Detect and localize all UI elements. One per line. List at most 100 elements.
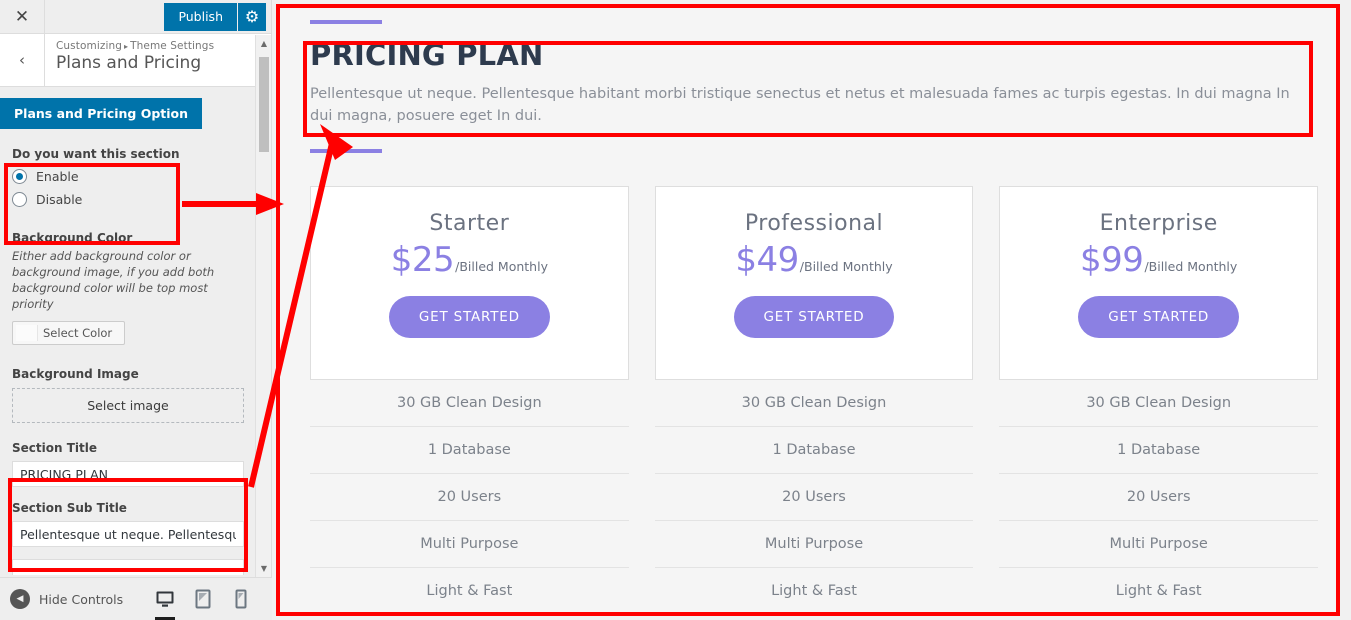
back-icon[interactable]: ‹ [0, 34, 45, 86]
plan-feature: Multi Purpose [999, 521, 1319, 568]
radio-disable-label: Disable [36, 192, 83, 207]
customizer-footer: ◀ Hide Controls [0, 577, 272, 620]
customizer-title-bar: ‹ Customizing ▸ Theme Settings Plans and P… [0, 34, 271, 87]
publish-button[interactable]: Publish [164, 2, 237, 31]
desktop-icon[interactable] [146, 578, 184, 620]
mobile-icon[interactable] [222, 578, 260, 620]
radio-enable-label: Enable [36, 169, 79, 184]
hide-controls-button[interactable]: ◀ Hide Controls [0, 589, 123, 609]
scroll-up-arrow-icon[interactable]: ▲ [256, 35, 272, 52]
device-preview-switcher [146, 578, 272, 620]
select-image-button[interactable]: Select image [12, 388, 244, 423]
preview-title-block: PRICING PLAN Pellentesque ut neque. Pell… [310, 24, 1318, 137]
color-swatch-icon [16, 325, 38, 341]
sidebar-scrollbar[interactable]: ▲ ▼ [255, 35, 271, 577]
page-title: Plans and Pricing [56, 53, 202, 73]
site-preview[interactable]: PRICING PLAN Pellentesque ut neque. Pell… [276, 4, 1340, 616]
header-spacer [45, 0, 164, 33]
customizer-header: ✕ Publish ⚙ [0, 0, 271, 34]
tablet-icon[interactable] [184, 578, 222, 620]
preview-section-title: PRICING PLAN [310, 38, 544, 72]
section-sub-title-input[interactable] [12, 521, 244, 547]
plan-feature: 1 Database [310, 427, 629, 474]
customizer-sidebar: ✕ Publish ⚙ ‹ Customizing ▸ Theme Settings… [0, 0, 272, 620]
hide-controls-label: Hide Controls [39, 591, 124, 607]
plan-feature: Multi Purpose [310, 521, 629, 568]
breadcrumb-separator-icon: ▸ [124, 42, 129, 51]
select-color-button[interactable]: Select Color [12, 321, 126, 345]
publish-group: Publish ⚙ [164, 0, 271, 33]
section-sub-title-field: Section Sub Title [0, 501, 256, 547]
plan-price-row: $99 /Billed Monthly [1080, 240, 1237, 280]
plans-and-pricing-option-button[interactable]: Plans and Pricing Option [0, 98, 203, 129]
breadcrumb: Customizing ▸ Theme Settings [56, 40, 214, 52]
get-started-button[interactable]: GET STARTED [733, 296, 895, 338]
background-color-label: Background Color [12, 231, 133, 245]
plan-name: Starter [429, 211, 510, 236]
plan-price: $49 [735, 240, 799, 280]
enable-section-label: Do you want this section [12, 147, 180, 161]
plan-feature: 30 GB Clean Design [654, 380, 974, 427]
pricing-plans-row: Starter $25 /Billed Monthly GET STARTED … [310, 186, 1319, 614]
pricing-plan-column: Starter $25 /Billed Monthly GET STARTED … [310, 186, 629, 614]
radio-option-enable[interactable]: Enable [12, 169, 244, 184]
plan-price: $99 [1080, 240, 1144, 280]
pricing-plan-column: Enterprise $99 /Billed Monthly GET START… [999, 186, 1319, 614]
select-color-label: Select Color [43, 326, 113, 340]
plan-price-row: $25 /Billed Monthly [391, 240, 548, 280]
plan-feature-list: 30 GB Clean Design 1 Database 20 Users M… [654, 380, 974, 614]
screen: ✕ Publish ⚙ ‹ Customizing ▸ Theme Settings… [0, 0, 1351, 620]
plan-feature: Light & Fast [1115, 583, 1202, 599]
background-image-label: Background Image [12, 367, 139, 381]
next-field-partial [0, 559, 256, 575]
plan-feature: Light & Fast [771, 583, 857, 599]
plan-feature: 20 Users [654, 474, 974, 521]
close-icon[interactable]: ✕ [0, 0, 45, 33]
scroll-down-arrow-icon[interactable]: ▼ [256, 560, 272, 577]
get-started-button[interactable]: GET STARTED [388, 296, 550, 338]
plan-feature: 20 Users [310, 474, 629, 521]
pricing-card: Professional $49 /Billed Monthly GET STA… [654, 186, 974, 380]
plan-feature: 30 GB Clean Design [999, 380, 1319, 427]
pricing-card: Starter $25 /Billed Monthly GET STARTED [310, 186, 629, 380]
breadcrumb-parent[interactable]: Theme Settings [130, 40, 214, 52]
background-color-field: Background Color Either add background c… [0, 231, 256, 345]
gear-icon[interactable]: ⚙ [238, 2, 266, 31]
preview-content: PRICING PLAN Pellentesque ut neque. Pell… [276, 4, 1340, 614]
plan-feature-list: 30 GB Clean Design 1 Database 20 Users M… [999, 380, 1319, 614]
preview-section-subtitle: Pellentesque ut neque. Pellentesque habi… [310, 86, 1290, 124]
section-title-field: Section Title [0, 441, 256, 487]
radio-disable-icon[interactable] [12, 192, 27, 207]
plan-feature: Multi Purpose [654, 521, 974, 568]
get-started-button[interactable]: GET STARTED [1078, 296, 1240, 338]
section-title-label: Section Title [12, 441, 97, 455]
plan-feature: 1 Database [654, 427, 974, 474]
customizer-titles: Customizing ▸ Theme Settings Plans and Pri… [45, 34, 214, 86]
plan-billing-period: /Billed Monthly [455, 259, 548, 274]
plan-price-row: $49 /Billed Monthly [735, 240, 892, 280]
pricing-card: Enterprise $99 /Billed Monthly GET START… [999, 186, 1319, 380]
pricing-plan-column: Professional $49 /Billed Monthly GET STA… [654, 186, 974, 614]
plan-billing-period: /Billed Monthly [799, 259, 893, 274]
collapse-icon: ◀ [10, 589, 30, 609]
radio-enable-icon[interactable] [12, 169, 27, 184]
plan-name: Professional [744, 211, 884, 236]
plan-feature: 20 Users [999, 474, 1319, 521]
plan-feature-list: 30 GB Clean Design 1 Database 20 Users M… [310, 380, 629, 614]
customizer-controls: Plans and Pricing Option Do you want thi… [0, 88, 256, 577]
breadcrumb-root[interactable]: Customizing [56, 40, 122, 52]
enable-section-field: Do you want this section Enable Disable [0, 147, 256, 207]
plan-price: $25 [390, 240, 455, 280]
plan-feature: 1 Database [999, 427, 1319, 474]
radio-option-disable[interactable]: Disable [12, 192, 244, 207]
background-image-field: Background Image Select image [0, 367, 256, 423]
plan-feature: 30 GB Clean Design [310, 380, 629, 427]
section-sub-title-label: Section Sub Title [12, 501, 127, 515]
accent-rule-bottom [310, 149, 382, 153]
background-color-description: Either add background color or backgroun… [12, 249, 215, 311]
scrollbar-thumb[interactable] [259, 57, 269, 152]
next-field-input-partial[interactable] [12, 559, 244, 575]
plan-billing-period: /Billed Monthly [1144, 259, 1238, 274]
plan-name: Enterprise [1099, 211, 1218, 236]
section-title-input[interactable] [12, 461, 244, 487]
